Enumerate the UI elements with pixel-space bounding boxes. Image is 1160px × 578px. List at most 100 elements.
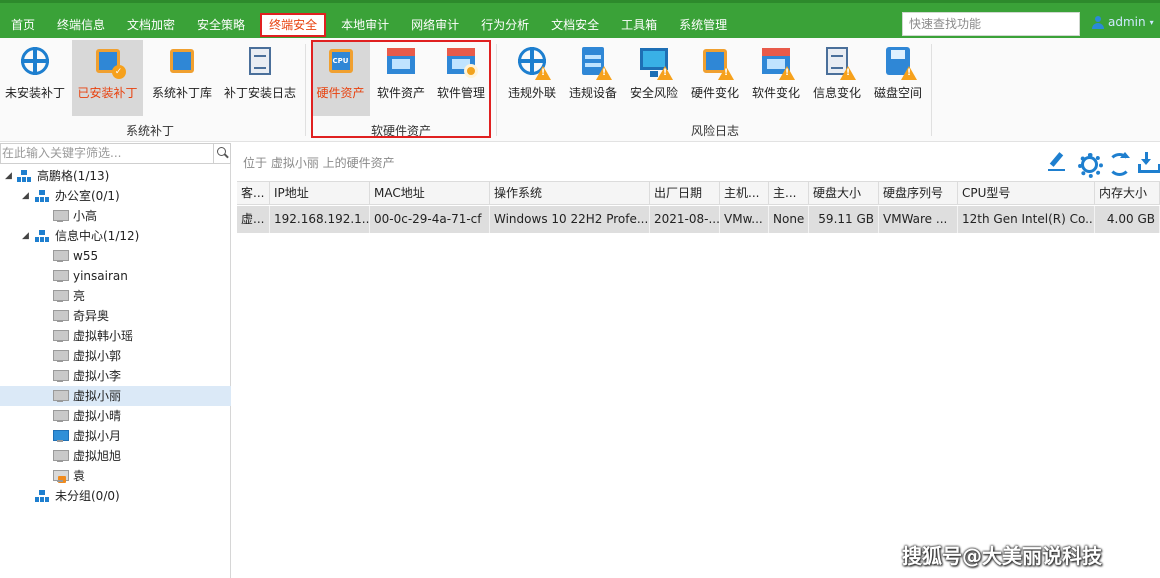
table-row[interactable]: 虚... 192.168.192.1... 00-0c-29-4a-71-cf … [237,206,1160,233]
expand-arrow-icon[interactable]: ◢ [22,226,29,246]
installed-patches-button[interactable]: ✓ 已安装补丁 [72,40,143,116]
table-header: 客... IP地址 MAC地址 操作系统 出厂日期 主机... 主... 硬盘大… [237,181,1160,205]
chip-warning-icon [698,44,734,80]
cell-ip: 192.168.192.1... [270,206,370,233]
menu-tab-local-audit[interactable]: 本地审计 [330,13,400,37]
globe-warning-icon [515,44,551,80]
menu-tab-network-audit[interactable]: 网络审计 [400,13,470,37]
tree-node-computer[interactable]: 虚拟小郭 [0,346,231,366]
panel-tools [1047,152,1160,178]
tree-node-computer[interactable]: 虚拟旭旭 [0,446,231,466]
computer-offline-icon [53,290,69,302]
column-header-disk-size[interactable]: 硬盘大小 [809,182,879,204]
disk-warning-icon [881,44,917,80]
tree-node-computer[interactable]: 奇异奥 [0,306,231,326]
title-strip [0,0,1160,3]
expand-arrow-icon[interactable]: ◢ [5,166,12,186]
tree-node-computer[interactable]: yinsairan [0,266,231,286]
column-header-cpu[interactable]: CPU型号 [958,182,1095,204]
software-change-button[interactable]: 软件变化 [747,40,805,116]
menu-tab-terminal-security[interactable]: 终端安全 [260,13,327,37]
column-header-disk-serial[interactable]: 硬盘序列号 [879,182,958,204]
quick-search-input[interactable]: 快速查找功能 [902,12,1080,36]
refresh-icon[interactable] [1107,152,1131,176]
cell-disk-size: 59.11 GB [809,206,879,233]
user-menu[interactable]: admin ▾ [1092,15,1154,29]
security-risk-label: 安全风险 [629,86,678,100]
column-header-host[interactable]: 主机... [720,182,769,204]
menu-tab-doc-security[interactable]: 文档安全 [540,13,610,37]
computer-offline-icon [53,410,69,422]
info-change-button[interactable]: 信息变化 [808,40,866,116]
document-warning-icon [820,44,856,80]
tree-node-root[interactable]: ◢ 高鹏格(1/13) [0,166,231,186]
tree-node-computer[interactable]: 小高 [0,206,231,226]
computer-offline-icon [53,330,69,342]
search-icon[interactable] [213,143,230,164]
computer-offline-icon [53,310,69,322]
group-separator [305,44,306,136]
column-header-ip[interactable]: IP地址 [270,182,370,204]
column-header-os[interactable]: 操作系统 [490,182,650,204]
menu-tab-toolbox[interactable]: 工具箱 [610,13,668,37]
tree-node-computer[interactable]: 虚拟小李 [0,366,231,386]
tree-node-computer[interactable]: 袁 [0,466,231,486]
illegal-device-button[interactable]: 违规设备 [564,40,622,116]
tree-node-ungrouped[interactable]: 未分组(0/0) [0,486,231,506]
edit-icon[interactable] [1047,152,1066,171]
menu-tab-terminal-info[interactable]: 终端信息 [46,13,116,37]
column-header-client[interactable]: 客... [237,182,270,204]
tree-node-computer[interactable]: 虚拟小晴 [0,406,231,426]
system-patch-library-label: 系统补丁库 [151,86,212,100]
gear-icon[interactable] [1077,152,1103,178]
patch-install-log-button[interactable]: 补丁安装日志 [220,40,300,116]
computer-offline-icon [53,350,69,362]
column-header-main[interactable]: 主... [769,182,809,204]
highlight-box [311,40,491,138]
hardware-change-label: 硬件变化 [690,86,739,100]
menu-tab-security-policy[interactable]: 安全策略 [186,13,256,37]
hardware-change-button[interactable]: 硬件变化 [686,40,744,116]
tree-node-label: 高鹏格(1/13) [37,169,110,183]
security-risk-button[interactable]: 安全风险 [625,40,683,116]
tree-node-label: 袁 [73,469,86,483]
organization-tree: ◢ 高鹏格(1/13) ◢ 办公室(0/1) 小高 ◢ 信息中心(1/12) w… [0,166,231,506]
system-patch-library-button[interactable]: 系统补丁库 [146,40,218,116]
tree-node-label: w55 [73,249,99,263]
menu-tab-system-admin[interactable]: 系统管理 [668,13,738,37]
computer-offline-icon [53,270,69,282]
server-warning-icon [576,44,612,80]
disk-space-label: 磁盘空间 [873,86,922,100]
chip-check-icon: ✓ [91,44,126,79]
tree-node-office[interactable]: ◢ 办公室(0/1) [0,186,231,206]
column-header-mac[interactable]: MAC地址 [370,182,490,204]
illegal-outreach-button[interactable]: 违规外联 [503,40,561,116]
lock-icon [58,476,66,483]
expand-arrow-icon[interactable]: ◢ [22,186,29,206]
menu-tab-behavior-analysis[interactable]: 行为分析 [470,13,540,37]
column-header-factory-date[interactable]: 出厂日期 [650,182,720,204]
uninstalled-patches-label: 未安装补丁 [4,86,65,100]
column-header-memory[interactable]: 内存大小 [1095,182,1160,204]
illegal-device-label: 违规设备 [568,86,617,100]
store-warning-icon [759,44,795,80]
computer-offline-icon [53,250,69,262]
uninstalled-patches-button[interactable]: 未安装补丁 [0,40,70,116]
menu-tab-home[interactable]: 首页 [0,13,46,37]
tree-node-computer[interactable]: 亮 [0,286,231,306]
hardware-asset-table: 客... IP地址 MAC地址 操作系统 出厂日期 主机... 主... 硬盘大… [237,181,1160,578]
disk-space-button[interactable]: 磁盘空间 [869,40,927,116]
download-icon[interactable] [1137,152,1160,173]
tree-node-label: 奇异奥 [73,309,110,323]
menu-tab-doc-encrypt[interactable]: 文档加密 [116,13,186,37]
tree-node-computer[interactable]: 虚拟小月 [0,426,231,446]
tree-node-label: 办公室(0/1) [55,189,120,203]
tree-node-info-center[interactable]: ◢ 信息中心(1/12) [0,226,231,246]
menu-tabs: 首页 终端信息 文档加密 安全策略 终端安全 本地审计 网络审计 行为分析 文档… [0,13,738,37]
tree-filter-input[interactable]: 在此输入关键字筛选... [0,143,231,164]
tree-node-label: 信息中心(1/12) [55,229,140,243]
tree-node-computer-selected[interactable]: 虚拟小丽 [0,386,231,406]
tree-node-computer[interactable]: 虚拟韩小瑶 [0,326,231,346]
cell-host: VMw... [720,206,769,233]
tree-node-computer[interactable]: w55 [0,246,231,266]
